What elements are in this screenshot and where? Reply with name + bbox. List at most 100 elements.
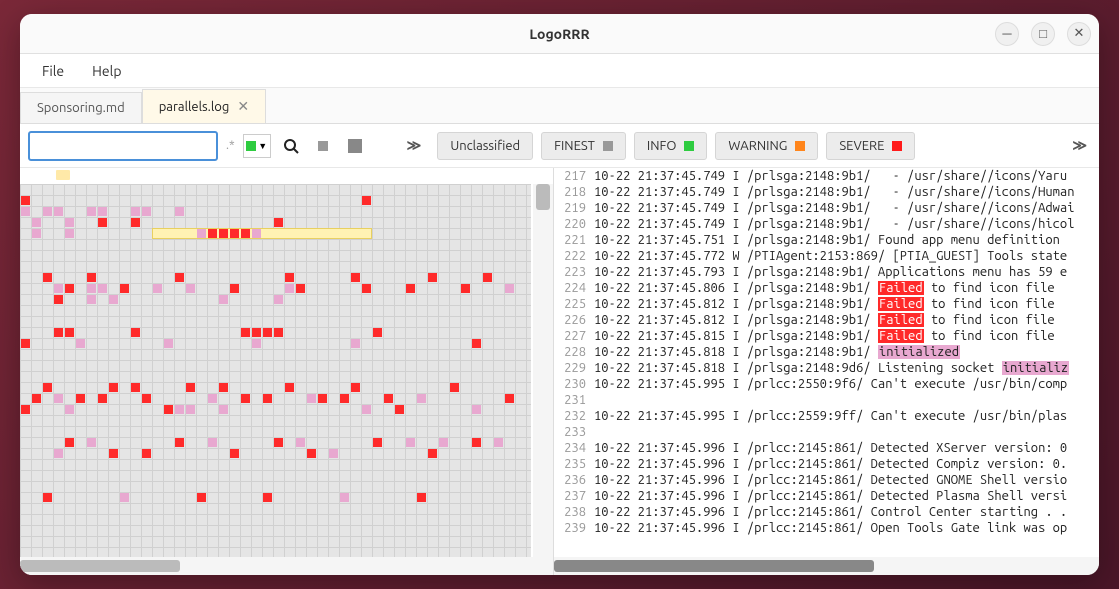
- heatmap-cell[interactable]: [230, 284, 239, 293]
- color-picker-button[interactable]: ▼: [243, 134, 271, 158]
- heatmap-cell[interactable]: [252, 328, 261, 337]
- heatmap-cell[interactable]: [186, 383, 195, 392]
- heatmap-cell[interactable]: [285, 273, 294, 282]
- log-line[interactable]: 22410-22 21:37:45.806 I /prlsga:2148:9b1…: [554, 280, 1099, 296]
- heatmap-cell[interactable]: [142, 207, 151, 216]
- heatmap-cell[interactable]: [241, 394, 250, 403]
- heatmap-cell[interactable]: [142, 394, 151, 403]
- heatmap-cell[interactable]: [54, 394, 63, 403]
- heatmap-cell[interactable]: [87, 207, 96, 216]
- heatmap-cell[interactable]: [252, 229, 261, 238]
- filter-unclassified[interactable]: Unclassified: [437, 132, 533, 160]
- heatmap-hscrollbar[interactable]: [20, 557, 533, 575]
- heatmap-cell[interactable]: [219, 405, 228, 414]
- heatmap-cell[interactable]: [87, 284, 96, 293]
- heatmap-cell[interactable]: [428, 273, 437, 282]
- heatmap-cell[interactable]: [197, 229, 206, 238]
- heatmap-cell[interactable]: [87, 438, 96, 447]
- heatmap-cell[interactable]: [120, 493, 129, 502]
- heatmap-cell[interactable]: [384, 394, 393, 403]
- log-line[interactable]: 22910-22 21:37:45.818 I /prlsga:2148:9d6…: [554, 360, 1099, 376]
- heatmap-cell[interactable]: [153, 284, 162, 293]
- heatmap-cell[interactable]: [263, 328, 272, 337]
- heatmap-vscrollbar[interactable]: [533, 184, 553, 575]
- heatmap-cell[interactable]: [285, 383, 294, 392]
- heatmap-cell[interactable]: [439, 438, 448, 447]
- log-line[interactable]: 21710-22 21:37:45.749 I /prlsga:2148:9b1…: [554, 168, 1099, 184]
- maximize-button[interactable]: □: [1031, 22, 1055, 46]
- heatmap-cell[interactable]: [472, 438, 481, 447]
- close-button[interactable]: ✕: [1067, 22, 1091, 46]
- heatmap-cell[interactable]: [21, 207, 30, 216]
- heatmap-cell[interactable]: [219, 383, 228, 392]
- heatmap-cell[interactable]: [131, 218, 140, 227]
- heatmap-cell[interactable]: [43, 207, 52, 216]
- heatmap-cell[interactable]: [274, 295, 283, 304]
- log-line[interactable]: 23510-22 21:37:45.996 I /prlcc:2145:861/…: [554, 456, 1099, 472]
- heatmap-cell[interactable]: [54, 449, 63, 458]
- prev-icon[interactable]: ≫: [403, 137, 426, 154]
- heatmap-cell[interactable]: [340, 394, 349, 403]
- heatmap-cell[interactable]: [175, 273, 184, 282]
- heatmap-cell[interactable]: [54, 284, 63, 293]
- heatmap-cell[interactable]: [32, 229, 41, 238]
- log-line[interactable]: 21810-22 21:37:45.749 I /prlsga:2148:9b1…: [554, 184, 1099, 200]
- log-line[interactable]: 23710-22 21:37:45.996 I /prlcc:2145:861/…: [554, 488, 1099, 504]
- heatmap-cell[interactable]: [417, 493, 426, 502]
- heatmap-cell[interactable]: [21, 405, 30, 414]
- heatmap-cell[interactable]: [318, 394, 327, 403]
- heatmap-cell[interactable]: [54, 295, 63, 304]
- heatmap-cell[interactable]: [219, 295, 228, 304]
- heatmap-cell[interactable]: [428, 449, 437, 458]
- heatmap-cell[interactable]: [43, 493, 52, 502]
- heatmap-cell[interactable]: [142, 449, 151, 458]
- heatmap-cell[interactable]: [208, 229, 217, 238]
- heatmap-vscroll-thumb[interactable]: [536, 184, 550, 210]
- heatmap-cell[interactable]: [340, 493, 349, 502]
- heatmap-cell[interactable]: [131, 328, 140, 337]
- heatmap-cell[interactable]: [109, 449, 118, 458]
- heatmap-cell[interactable]: [65, 328, 74, 337]
- heatmap-cell[interactable]: [472, 339, 481, 348]
- heatmap-cell[interactable]: [362, 196, 371, 205]
- log-line[interactable]: 22010-22 21:37:45.749 I /prlsga:2148:9b1…: [554, 216, 1099, 232]
- heatmap-cell[interactable]: [494, 438, 503, 447]
- heatmap-hscroll-thumb[interactable]: [20, 560, 180, 572]
- heatmap-cell[interactable]: [230, 449, 239, 458]
- tab-parallels-log[interactable]: parallels.log✕: [142, 89, 266, 123]
- heatmap-cell[interactable]: [263, 394, 272, 403]
- heatmap-cell[interactable]: [208, 394, 217, 403]
- heatmap-cell[interactable]: [296, 438, 305, 447]
- heatmap-cell[interactable]: [505, 394, 514, 403]
- heatmap-cell[interactable]: [263, 493, 272, 502]
- menu-file[interactable]: File: [28, 57, 78, 85]
- log-line[interactable]: 23010-22 21:37:45.995 I /prlcc:2550:9f6/…: [554, 376, 1099, 392]
- minimize-button[interactable]: ─: [995, 22, 1019, 46]
- regex-toggle[interactable]: .*: [226, 139, 235, 152]
- filter-info[interactable]: INFO: [634, 132, 708, 160]
- heatmap-cell[interactable]: [164, 405, 173, 414]
- heatmap-cell[interactable]: [197, 493, 206, 502]
- heatmap-cell[interactable]: [307, 394, 316, 403]
- heatmap-cell[interactable]: [208, 438, 217, 447]
- heatmap-cell[interactable]: [175, 207, 184, 216]
- heatmap-cell[interactable]: [472, 405, 481, 414]
- heatmap-cell[interactable]: [274, 218, 283, 227]
- heatmap-cell[interactable]: [285, 284, 294, 293]
- log-line[interactable]: 233: [554, 424, 1099, 440]
- heatmap-cell[interactable]: [373, 438, 382, 447]
- heatmap[interactable]: [20, 184, 553, 575]
- log-hscrollbar[interactable]: [554, 557, 1099, 575]
- log-line[interactable]: 22710-22 21:37:45.815 I /prlsga:2148:9b1…: [554, 328, 1099, 344]
- heatmap-cell[interactable]: [186, 405, 195, 414]
- heatmap-cell[interactable]: [65, 405, 74, 414]
- heatmap-cell[interactable]: [98, 284, 107, 293]
- heatmap-cell[interactable]: [65, 438, 74, 447]
- heatmap-cell[interactable]: [362, 405, 371, 414]
- heatmap-cell[interactable]: [186, 284, 195, 293]
- log-line[interactable]: 23210-22 21:37:45.995 I /prlcc:2559:9ff/…: [554, 408, 1099, 424]
- heatmap-cell[interactable]: [505, 284, 514, 293]
- heatmap-cell[interactable]: [65, 284, 74, 293]
- heatmap-cell[interactable]: [21, 196, 30, 205]
- log-line[interactable]: 22310-22 21:37:45.793 I /prlsga:2148:9b1…: [554, 264, 1099, 280]
